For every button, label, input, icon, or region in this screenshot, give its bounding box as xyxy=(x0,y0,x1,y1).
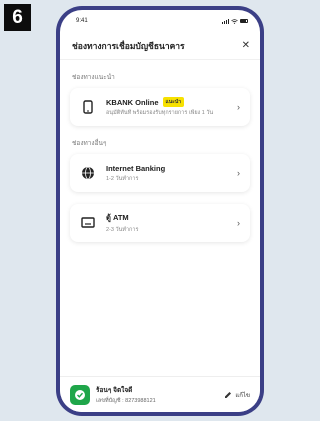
option-kbank-online[interactable]: KBANK Online แนะนำ อนุมัติทันที พร้อมรอง… xyxy=(70,88,250,126)
option-title-text: KBANK Online xyxy=(106,97,159,107)
option-title: ตู้ ATM xyxy=(106,213,129,222)
status-icons xyxy=(222,18,248,24)
account-footer: ร้อนๆ จิตใจดี เลขที่บัญชี : 8273988121 แ… xyxy=(60,376,260,412)
phone-screen: 9:41 ช่องทางการเชื่อมบัญชีธนาคาร ✕ ช่องท… xyxy=(60,10,260,412)
battery-icon xyxy=(240,19,248,23)
sheet-header: ช่องทางการเชื่อมบัญชีธนาคาร ✕ xyxy=(60,32,260,60)
account-info: ร้อนๆ จิตใจดี เลขที่บัญชี : 8273988121 xyxy=(96,385,224,405)
chevron-right-icon: › xyxy=(237,102,240,112)
chevron-right-icon: › xyxy=(237,218,240,228)
mobile-phone-icon xyxy=(80,99,96,115)
option-subtitle: 1-2 วันทำการ xyxy=(106,175,139,182)
atm-icon xyxy=(80,215,96,231)
option-title: Internet Banking xyxy=(106,163,166,173)
option-internet-banking[interactable]: Internet Banking 1-2 วันทำการ › xyxy=(70,154,250,192)
page-title: ช่องทางการเชื่อมบัญชีธนาคาร xyxy=(72,40,185,51)
option-text: ตู้ ATM 2-3 วันทำการ xyxy=(106,212,233,234)
chevron-right-icon: › xyxy=(237,168,240,178)
account-number: เลขที่บัญชี : 8273988121 xyxy=(96,397,156,404)
option-text: KBANK Online แนะนำ อนุมัติทันที พร้อมรอง… xyxy=(106,97,233,117)
signal-icon xyxy=(222,18,229,24)
edit-icon xyxy=(225,391,232,398)
option-subtitle: 2-3 วันทำการ xyxy=(106,227,139,233)
recommended-badge: แนะนำ xyxy=(162,97,185,107)
option-subtitle: อนุมัติทันที พร้อมรองรับทุกรายการ เพียง … xyxy=(106,110,214,116)
status-bar: 9:41 xyxy=(60,10,260,32)
option-text: Internet Banking 1-2 วันทำการ xyxy=(106,164,233,183)
wifi-icon xyxy=(231,18,238,24)
section-label-recommended: ช่องทางแนะนำ xyxy=(72,74,115,81)
status-time: 9:41 xyxy=(76,18,88,24)
shield-logo-icon xyxy=(70,384,90,405)
section-label-other: ช่องทางอื่นๆ xyxy=(72,140,107,147)
account-name: ร้อนๆ จิตใจดี xyxy=(96,386,133,394)
close-icon[interactable]: ✕ xyxy=(242,40,250,51)
step-number-badge: 6 xyxy=(4,4,31,31)
globe-icon xyxy=(80,165,96,181)
option-title: KBANK Online แนะนำ xyxy=(106,97,233,107)
phone-frame: 9:41 ช่องทางการเชื่อมบัญชีธนาคาร ✕ ช่องท… xyxy=(56,6,264,416)
option-atm[interactable]: ตู้ ATM 2-3 วันทำการ › xyxy=(70,204,250,242)
edit-button[interactable]: แก้ไข xyxy=(224,390,250,400)
edit-label: แก้ไข xyxy=(235,392,250,399)
